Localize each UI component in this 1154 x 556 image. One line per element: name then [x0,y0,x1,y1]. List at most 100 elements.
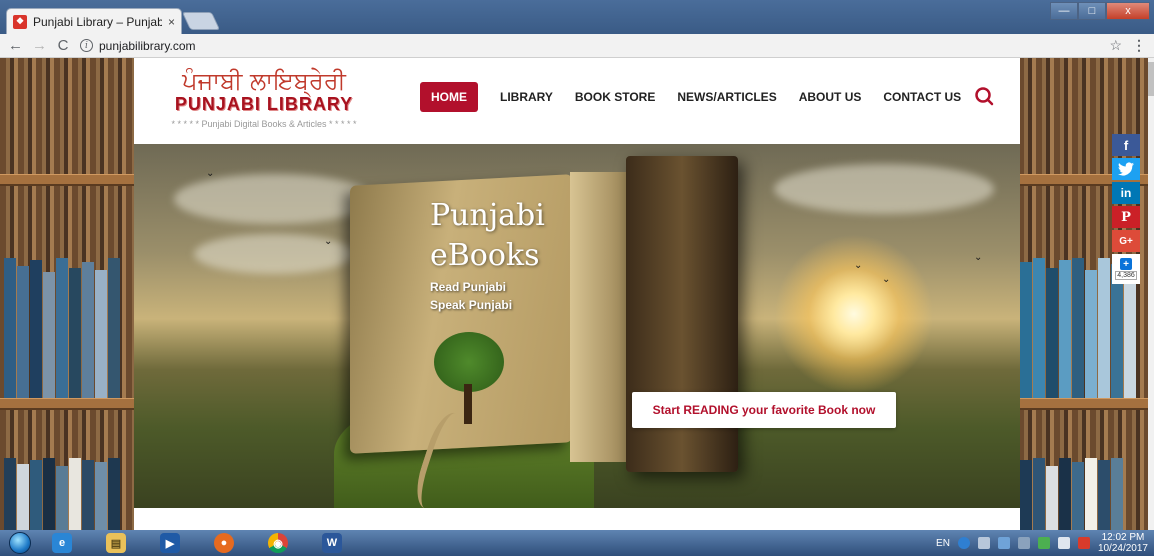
internet-explorer-icon: e [52,533,72,553]
address-bar[interactable]: i punjabilibrary.com [80,36,1099,56]
language-indicator[interactable]: EN [936,538,950,549]
forward-button[interactable]: → [32,37,47,54]
pinterest-share-icon[interactable]: P [1112,206,1140,228]
system-tray: EN 12:02 PM 10/24/2017 [936,530,1148,556]
twitter-bird-icon [1118,162,1134,176]
action-center-icon[interactable] [1017,537,1030,549]
bird-icon: ⌄ [206,168,215,179]
volume-icon[interactable] [1057,537,1070,549]
logo-gurmukhi-text: ਪੰਜਾਬੀ ਲਾਇਬ੍ਰੇਰੀ [182,67,346,95]
share-plus-icon: + [1120,258,1132,270]
twitter-share-icon[interactable] [1112,158,1140,180]
media-player-icon: ▶ [160,533,180,553]
site-favicon-icon: ❖ [13,14,27,29]
cloud [174,174,374,224]
taskbar-word[interactable]: W [310,530,354,556]
share-count-widget[interactable]: + 4,386 [1112,254,1140,284]
taskbar-file-explorer[interactable]: ▤ [94,530,138,556]
bird-icon: ⌄ [974,252,983,263]
book-row [1020,458,1123,530]
share-count: 4,386 [1115,271,1137,280]
taskbar-firefox[interactable]: ● [202,530,246,556]
nav-item-home[interactable]: HOME [420,82,478,112]
bird-icon: ⌄ [324,236,333,247]
word-icon: W [322,533,342,553]
nav-item-library[interactable]: LIBRARY [500,82,553,112]
hero-title-line2: eBooks [430,238,540,273]
help-icon[interactable] [957,537,970,549]
shelf-board [0,174,138,186]
nav-item-contact-us[interactable]: CONTACT US [883,82,961,112]
site-header: ਪੰਜਾਬੀ ਲਾਇਬ੍ਰੇਰੀ PUNJABI LIBRARY * * * *… [134,58,1020,142]
network-icon[interactable] [977,537,990,549]
shelf-board [0,398,138,410]
page-scrollbar[interactable] [1148,58,1154,530]
facebook-share-icon[interactable]: f [1112,134,1140,156]
book-row [4,458,120,530]
windows-logo-icon [9,532,31,554]
clock-time: 12:02 PM [1101,532,1145,543]
book-pages [570,172,628,462]
browser-menu-icon[interactable]: ⋮ [1132,37,1146,54]
hero-sub-line2: Speak Punjabi [430,298,513,312]
taskbar-chrome[interactable]: ◉ [256,530,300,556]
clock-date: 10/24/2017 [1097,543,1148,554]
back-button[interactable]: ← [8,37,23,54]
firefox-icon: ● [214,533,234,553]
bookshelf-background-left [0,58,138,530]
site-info-icon[interactable]: i [80,39,93,52]
tree-trunk [464,384,472,424]
logo-tagline: * * * * * Punjabi Digital Books & Articl… [171,119,357,129]
book-row [4,258,120,398]
taskbar-media-player[interactable]: ▶ [148,530,192,556]
hero-banner: ⌄ ⌄ ⌄ ⌄ ⌄ Punjabi eBooks Read Punjabi Sp… [134,144,1020,508]
browser-tabstrip: ❖ Punjabi Library – Punjab × — □ x [0,0,1154,34]
hero-title: Punjabi eBooks [430,196,545,276]
url-text[interactable]: punjabilibrary.com [99,39,196,53]
chrome-icon: ◉ [268,533,288,553]
bird-icon: ⌄ [882,274,891,285]
hero-subtitle: Read Punjabi Speak Punjabi [430,278,512,314]
start-button[interactable] [0,530,40,556]
search-icon[interactable] [974,86,994,106]
bookmark-star-icon[interactable]: ☆ [1109,37,1122,54]
new-tab-button[interactable] [181,12,221,30]
reload-button[interactable]: C [56,37,70,54]
tab-title: Punjabi Library – Punjab [33,14,162,29]
nav-item-news-articles[interactable]: NEWS/ARTICLES [677,82,776,112]
logo-latin-text: PUNJABI LIBRARY [174,94,354,114]
folder-icon: ▤ [106,533,126,553]
site-logo[interactable]: ਪੰਜਾਬੀ ਲਾਇਬ੍ਰੇਰੀ PUNJABI LIBRARY * * * *… [154,66,374,136]
close-window-button[interactable]: x [1106,2,1150,20]
window-controls: — □ x [1050,2,1150,20]
minimize-button[interactable]: — [1050,2,1078,20]
maximize-button[interactable]: □ [1078,2,1106,20]
system-clock[interactable]: 12:02 PM 10/24/2017 [1098,532,1148,554]
main-nav: HOME LIBRARY BOOK STORE NEWS/ARTICLES AB… [420,82,961,112]
hero-sub-line1: Read Punjabi [430,280,507,294]
googleplus-share-icon[interactable]: G+ [1112,230,1140,252]
tray-expand-icon[interactable] [997,537,1010,549]
signal-icon[interactable] [1037,537,1050,549]
scrollbar-thumb[interactable] [1148,62,1154,96]
bookshelf-background-right [1018,58,1148,530]
linkedin-share-icon[interactable]: in [1112,182,1140,204]
sun-glow [774,234,934,394]
shelf-board [1018,398,1148,410]
bird-icon: ⌄ [854,260,863,271]
browser-toolbar: ← → C i punjabilibrary.com ☆ ⋮ [0,34,1154,58]
antivirus-icon[interactable] [1077,537,1090,549]
site-container: ਪੰਜਾਬੀ ਲਾਇਬ੍ਰੇਰੀ PUNJABI LIBRARY * * * *… [134,58,1020,530]
tree [434,332,504,392]
tab-close-icon[interactable]: × [168,15,175,29]
taskbar-ie[interactable]: e [40,530,84,556]
nav-item-book-store[interactable]: BOOK STORE [575,82,655,112]
browser-tab[interactable]: ❖ Punjabi Library – Punjab × [6,8,182,34]
hero-title-line1: Punjabi [430,198,545,233]
page-viewport: ਪੰਜਾਬੀ ਲਾਇਬ੍ਰੇਰੀ PUNJABI LIBRARY * * * *… [0,58,1154,530]
social-share-bar: f in P G+ + 4,386 [1112,134,1140,284]
nav-item-about-us[interactable]: ABOUT US [799,82,862,112]
cloud [774,164,994,214]
windows-taskbar: e ▤ ▶ ● ◉ W EN 12:02 PM 10/24/2017 [0,530,1154,556]
start-reading-button[interactable]: Start READING your favorite Book now [632,392,896,428]
